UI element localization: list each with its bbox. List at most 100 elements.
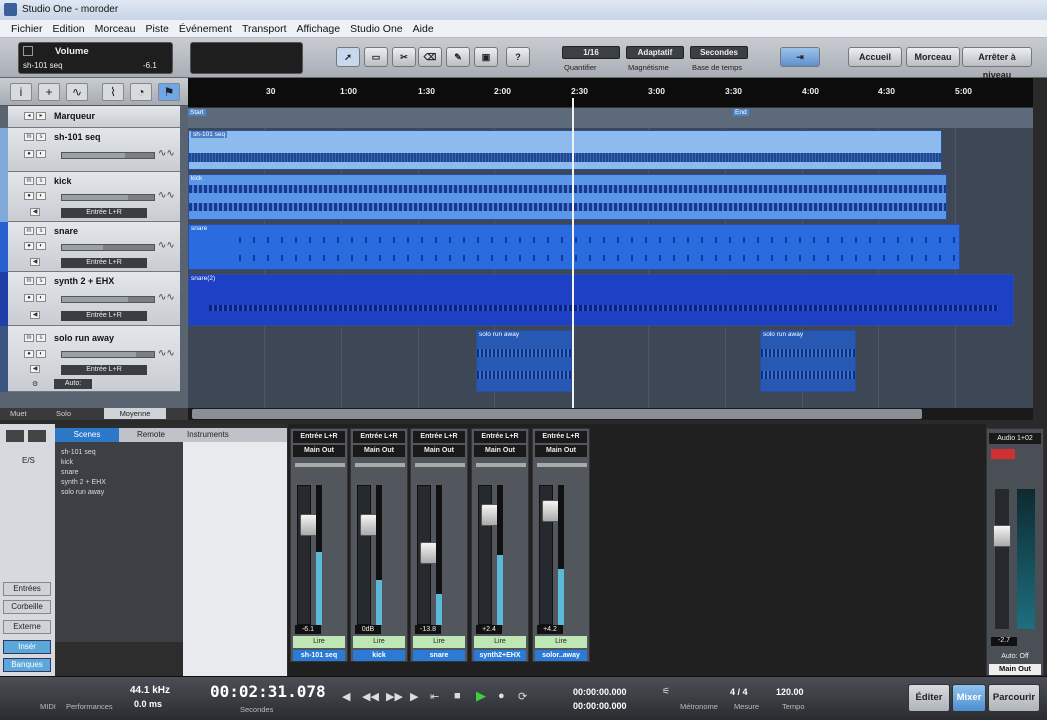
morceau-button[interactable]: Morceau [906, 47, 960, 67]
channel-input[interactable]: Entrée L+R [474, 431, 526, 443]
automation-read[interactable]: Lire [413, 636, 465, 648]
fast-rewind-icon[interactable]: ◀◀ [362, 690, 379, 703]
menu-affichage[interactable]: Affichage [292, 20, 346, 37]
automation-read[interactable]: Lire [353, 636, 405, 648]
monitor-icon[interactable]: ◐ [36, 192, 46, 200]
menu-piste[interactable]: Piste [140, 20, 173, 37]
end-marker[interactable]: End [733, 109, 749, 116]
track-volume-fader[interactable] [61, 351, 155, 358]
solo-icon[interactable]: s [36, 133, 46, 141]
track-input-label[interactable]: Entrée L+R [61, 365, 147, 375]
automation-read[interactable]: Lire [474, 636, 526, 648]
time-signature[interactable]: 4 / 4 [730, 687, 748, 697]
io-button[interactable]: E/S [22, 456, 35, 465]
clock-icon[interactable]: ◔ [130, 83, 152, 101]
list-item[interactable]: kick [61, 458, 106, 468]
record-icon[interactable]: ● [498, 690, 505, 702]
solo-icon[interactable]: s [36, 177, 46, 185]
automation-icon[interactable]: ∿ [66, 83, 88, 101]
stop-icon[interactable]: ■ [454, 690, 461, 702]
snap-value[interactable]: Adaptatif [626, 46, 684, 59]
console-wide-icon[interactable] [28, 430, 46, 442]
solo-icon[interactable]: s [36, 227, 46, 235]
record-arm-icon[interactable]: ● [24, 242, 34, 250]
pan-slider[interactable] [537, 463, 587, 467]
start-marker[interactable]: Start [188, 109, 206, 116]
main-fader-knob[interactable] [993, 525, 1011, 547]
monitor-icon[interactable]: ◐ [36, 294, 46, 302]
externe-button[interactable]: Externe [3, 620, 51, 634]
eraser-tool-button[interactable]: ⌫ [418, 47, 442, 67]
track-input-label[interactable]: Entrée L+R [61, 258, 147, 268]
mute-tool-button[interactable]: ▣ [474, 47, 498, 67]
tool-preset-selector[interactable] [190, 42, 303, 74]
mute-icon[interactable]: m [24, 177, 34, 185]
audio-clip[interactable]: snare(2) [188, 274, 1014, 326]
fader-track[interactable] [357, 485, 378, 625]
track-header-kick[interactable]: m s kick ● ◐ ∿∿ ◀ Entrée L+R [8, 172, 180, 222]
go-to-end-icon[interactable]: ▶ [410, 690, 418, 703]
timebase-value[interactable]: Secondes [690, 46, 748, 59]
time-display[interactable]: 00:02:31.078 [210, 682, 326, 701]
accueil-button[interactable]: Accueil [848, 47, 902, 67]
track-header-snare[interactable]: m s snare ● ◐ ∿∿ ◀ Entrée L+R [8, 222, 180, 272]
marker-prev-icon[interactable]: ◂ [24, 112, 34, 120]
input-monitor-icon[interactable]: ◀ [30, 311, 40, 319]
autoscroll-button[interactable]: ⇥ [780, 47, 820, 67]
solo-all-button[interactable]: Solo [56, 409, 71, 418]
track-height-selector[interactable]: Moyenne [104, 408, 166, 419]
mute-icon[interactable]: m [24, 133, 34, 141]
loop-start[interactable]: 00:00:00.000 [573, 687, 627, 697]
track-input-label[interactable]: Entrée L+R [61, 208, 147, 218]
record-arm-icon[interactable]: ● [24, 150, 34, 158]
monitor-icon[interactable]: ◐ [36, 150, 46, 158]
monitor-icon[interactable]: ◐ [36, 242, 46, 250]
banques-button[interactable]: Banques [3, 658, 51, 672]
tempo-value[interactable]: 120.00 [776, 687, 804, 697]
play-icon[interactable]: ▶ [476, 688, 486, 704]
fader-track[interactable] [297, 485, 318, 625]
fader-track[interactable] [417, 485, 438, 625]
playhead-cursor[interactable] [572, 98, 574, 408]
channel-output[interactable]: Main Out [353, 445, 405, 457]
menu-aide[interactable]: Aide [408, 20, 439, 37]
channel-input[interactable]: Entrée L+R [353, 431, 405, 443]
track-input-label[interactable]: Entrée L+R [61, 311, 147, 321]
rewind-icon[interactable]: ◀ [342, 690, 350, 703]
tab-instruments[interactable]: Instruments [183, 428, 287, 442]
fast-forward-icon[interactable]: ▶▶ [386, 690, 403, 703]
inspector-box[interactable]: Volume sh-101 seq -6.1 [18, 42, 173, 74]
automation-mode[interactable]: Auto: [54, 379, 92, 389]
pan-slider[interactable] [295, 463, 345, 467]
activer-button[interactable]: Arrêter à niveau [962, 47, 1032, 80]
list-item[interactable]: snare [61, 468, 106, 478]
channel-output[interactable]: Main Out [413, 445, 465, 457]
main-fader-track[interactable] [993, 489, 1011, 629]
arrow-tool-button[interactable]: ➚ [336, 47, 360, 67]
track-header-sh101[interactable]: m s sh-101 seq ● ◐ ∿∿ [8, 128, 180, 172]
mute-icon[interactable]: m [24, 277, 34, 285]
main-auto[interactable]: Auto: Off [989, 653, 1041, 663]
track-header-synth2[interactable]: m s synth 2 + EHX ● ◐ ∿∿ ◀ Entrée L+R [8, 272, 180, 326]
quantize-value[interactable]: 1/16 [562, 46, 620, 59]
corbeille-button[interactable]: Corbeille [3, 600, 51, 614]
mute-icon[interactable]: m [24, 227, 34, 235]
automation-read[interactable]: Lire [293, 636, 345, 648]
timeline-ruler[interactable]: 30 1:00 1:30 2:00 2:30 3:00 3:30 4:00 4:… [188, 78, 1033, 108]
track-header-solo[interactable]: m s solo run away ● ◐ ∿∿ ◀ Entrée L+R ⚙ … [8, 326, 180, 392]
console-narrow-icon[interactable] [6, 430, 24, 442]
channel-input[interactable]: Entrée L+R [535, 431, 587, 443]
list-item[interactable]: solo run away [61, 488, 106, 498]
channel-input[interactable]: Entrée L+R [413, 431, 465, 443]
audio-clip[interactable]: snare [188, 224, 960, 270]
menu-transport[interactable]: Transport [237, 20, 292, 37]
loop-toggle-icon[interactable]: ⟳ [518, 690, 527, 703]
curve-icon[interactable]: ⌇ [102, 83, 124, 101]
menu-fichier[interactable]: Fichier [6, 20, 48, 37]
mute-icon[interactable]: m [24, 334, 34, 342]
tab-scenes[interactable]: Scenes [55, 428, 119, 442]
automation-read[interactable]: Lire [535, 636, 587, 648]
menu-studio-one[interactable]: Studio One [345, 20, 408, 37]
track-volume-fader[interactable] [61, 244, 155, 251]
solo-icon[interactable]: s [36, 334, 46, 342]
